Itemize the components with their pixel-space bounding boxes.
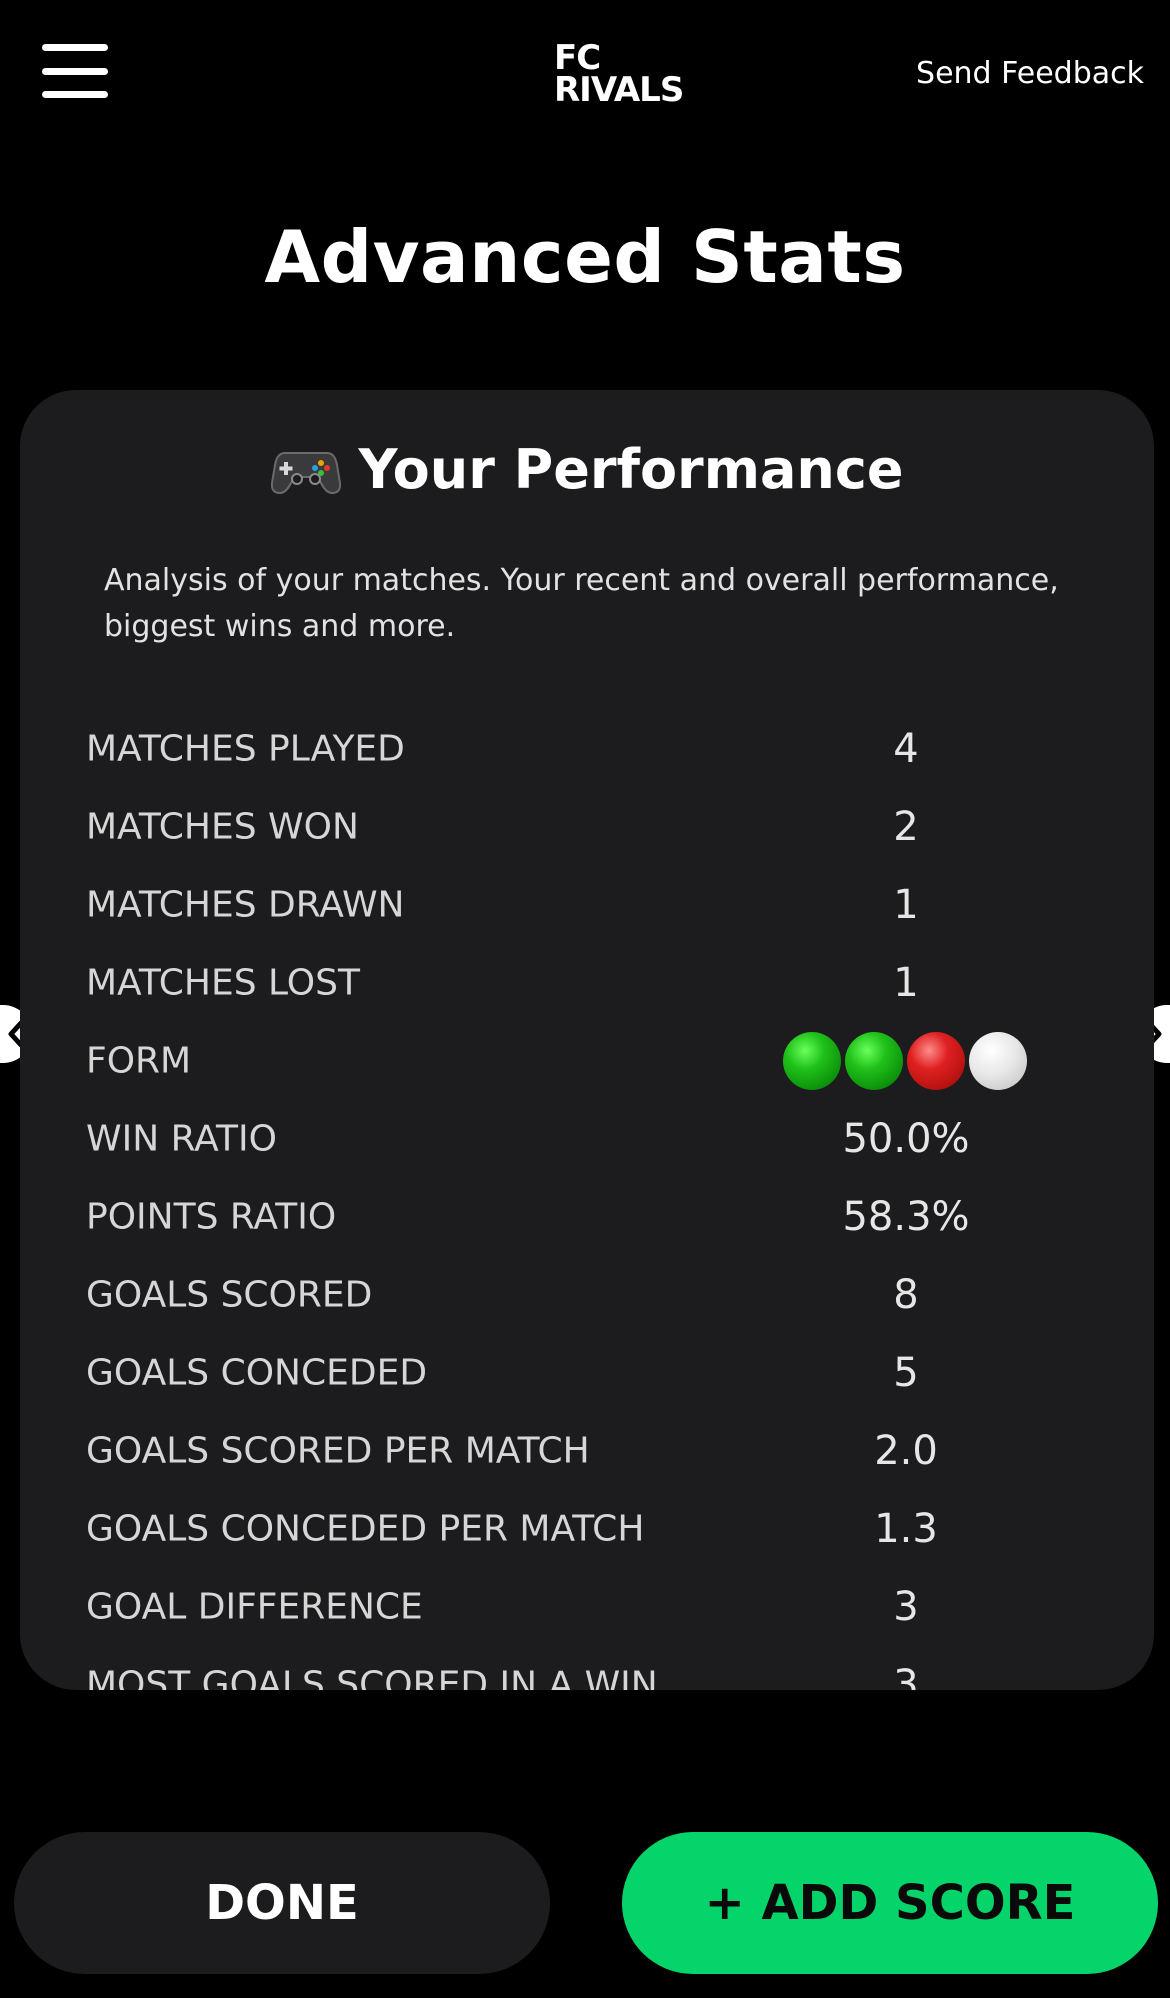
gamepad-icon [270, 451, 341, 494]
performance-card[interactable]: Your Performance Analysis of your matche… [20, 390, 1154, 1690]
stat-row-matches-played: MATCHES PLAYED 4 [86, 710, 1094, 788]
fc-rivals-logo[interactable]: FC RIVALS [554, 41, 684, 110]
stat-row-goals-conceded-per-match: GOALS CONCEDED PER MATCH 1.3 [86, 1490, 1094, 1568]
page-title: Advanced Stats [264, 215, 906, 299]
add-score-button[interactable]: + ADD SCORE [622, 1832, 1158, 1974]
stat-label: FORM [86, 1040, 192, 1082]
stat-row-matches-lost: MATCHES LOST 1 [86, 944, 1094, 1022]
stat-row-form: FORM [86, 1022, 1094, 1100]
stat-value: 5 [893, 1350, 919, 1396]
form-dot-loss [907, 1032, 965, 1090]
stat-value: 3 [893, 1662, 919, 1690]
card-description: Analysis of your matches. Your recent an… [104, 563, 1059, 644]
hamburger-menu-icon[interactable] [42, 44, 108, 98]
logo-line-2: RIVALS [554, 70, 684, 110]
form-dot-win [783, 1032, 841, 1090]
menu-bar [42, 91, 108, 98]
stat-label: MOST GOALS SCORED IN A WIN [86, 1664, 658, 1691]
stat-label: GOALS SCORED [86, 1274, 373, 1316]
stat-row-points-ratio: POINTS RATIO 58.3% [86, 1178, 1094, 1256]
stat-row-goal-difference: GOAL DIFFERENCE 3 [86, 1568, 1094, 1646]
stat-value: 3 [893, 1584, 919, 1630]
stat-label: GOAL DIFFERENCE [86, 1586, 423, 1628]
stat-row-matches-drawn: MATCHES DRAWN 1 [86, 866, 1094, 944]
stat-label: MATCHES LOST [86, 962, 360, 1004]
menu-bar [42, 67, 108, 75]
stat-value: 2 [893, 804, 919, 850]
stat-label: WIN RATIO [86, 1118, 277, 1160]
stat-value: 58.3% [842, 1194, 970, 1240]
advanced-stats-screen: FC RIVALS Send Feedback Advanced Stats Y… [0, 0, 1170, 1998]
stat-label: MATCHES PLAYED [86, 728, 405, 770]
stat-row-matches-won: MATCHES WON 2 [86, 788, 1094, 866]
stats-table: MATCHES PLAYED 4 MATCHES WON 2 MATCHES D… [86, 710, 1094, 1690]
stat-label: MATCHES DRAWN [86, 884, 405, 926]
stat-label: GOALS CONCEDED [86, 1352, 428, 1394]
card-title-text: Your Performance [358, 438, 904, 501]
stat-label: MATCHES WON [86, 806, 359, 848]
stat-value: 1.3 [874, 1506, 938, 1552]
form-dot-win [845, 1032, 903, 1090]
stat-value: 50.0% [842, 1116, 970, 1162]
stat-label: POINTS RATIO [86, 1196, 337, 1238]
stat-row-goals-scored-per-match: GOALS SCORED PER MATCH 2.0 [86, 1412, 1094, 1490]
stat-value: 2.0 [874, 1428, 938, 1474]
stat-row-win-ratio: WIN RATIO 50.0% [86, 1100, 1094, 1178]
form-indicator [783, 1032, 1027, 1090]
stat-row-most-goals-in-win: MOST GOALS SCORED IN A WIN 3 [86, 1646, 1094, 1690]
card-title: Your Performance [20, 438, 1154, 501]
stat-row-goals-scored: GOALS SCORED 8 [86, 1256, 1094, 1334]
stat-label: GOALS SCORED PER MATCH [86, 1430, 590, 1472]
form-dot-draw [969, 1032, 1027, 1090]
stat-row-goals-conceded: GOALS CONCEDED 5 [86, 1334, 1094, 1412]
stat-value: 4 [893, 726, 919, 772]
stat-value: 1 [893, 882, 919, 928]
send-feedback-link[interactable]: Send Feedback [916, 56, 1144, 91]
menu-bar [42, 44, 108, 51]
stat-value: 1 [893, 960, 919, 1006]
stat-value: 8 [893, 1272, 919, 1318]
stat-label: GOALS CONCEDED PER MATCH [86, 1508, 645, 1550]
done-button[interactable]: DONE [14, 1832, 550, 1974]
